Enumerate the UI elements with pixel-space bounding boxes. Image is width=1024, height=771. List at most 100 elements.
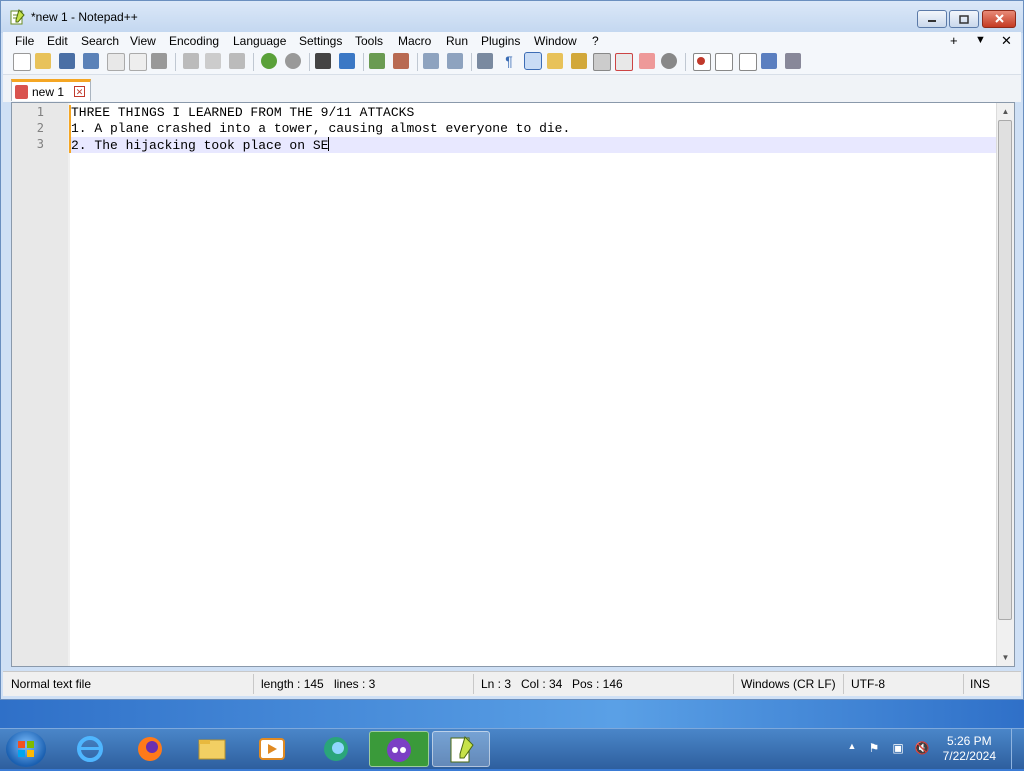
volume-muted-icon[interactable]: 🔇 <box>914 741 930 757</box>
scroll-down-arrow-icon[interactable]: ▼ <box>997 649 1014 666</box>
play-multiple-macro-icon[interactable] <box>761 53 777 69</box>
folder-workspace-icon[interactable] <box>615 53 633 71</box>
taskbar-firefox[interactable] <box>122 731 178 767</box>
scroll-up-arrow-icon[interactable]: ▲ <box>997 103 1014 120</box>
menu-encoding[interactable]: Encoding <box>169 34 219 48</box>
vertical-scrollbar[interactable]: ▲ ▼ <box>996 103 1014 666</box>
cut-icon[interactable] <box>183 53 199 69</box>
scrollbar-thumb[interactable] <box>998 120 1012 620</box>
maximize-button[interactable] <box>949 10 979 28</box>
action-center-flag-icon[interactable]: ⚑ <box>866 741 882 757</box>
function-list-icon[interactable] <box>593 53 611 71</box>
text-editor[interactable]: 1 2 3 THREE THINGS I LEARNED FROM THE 9/… <box>11 102 1015 667</box>
replace-icon[interactable] <box>339 53 355 69</box>
menu-view[interactable]: View <box>130 34 156 48</box>
sync-horizontal-icon[interactable] <box>447 53 463 69</box>
sync-vertical-icon[interactable] <box>423 53 439 69</box>
taskbar-file-explorer[interactable] <box>184 731 240 767</box>
menu-tools[interactable]: Tools <box>355 34 383 48</box>
tab-new-1[interactable]: new 1 ✕ <box>11 79 91 101</box>
status-encoding[interactable]: UTF-8 <box>851 677 885 691</box>
menu-run[interactable]: Run <box>446 34 468 48</box>
menu-help[interactable]: ? <box>592 34 599 48</box>
minimize-icon <box>928 20 936 22</box>
tab-close-icon[interactable]: ✕ <box>74 86 85 97</box>
close-icon <box>994 14 1004 23</box>
status-bar: Normal text file length : 145 lines : 3 … <box>3 671 1021 696</box>
status-separator <box>963 674 964 694</box>
system-clock[interactable]: 5:26 PM 7/22/2024 <box>943 734 996 764</box>
taskbar-notepadpp[interactable] <box>432 731 490 767</box>
word-wrap-icon[interactable] <box>477 53 493 69</box>
line-text: 2. The hijacking took place on SE <box>71 138 329 153</box>
toolbar-separator <box>175 53 176 71</box>
stop-macro-icon[interactable] <box>715 53 733 71</box>
notepadpp-window: *new 1 - Notepad++ File Edit Search View… <box>0 0 1024 700</box>
status-separator <box>733 674 734 694</box>
line-text: THREE THINGS I LEARNED FROM THE 9/11 ATT… <box>71 105 415 120</box>
start-button[interactable] <box>6 731 46 767</box>
menu-macro[interactable]: Macro <box>398 34 431 48</box>
minimize-button[interactable] <box>917 10 947 28</box>
title-bar[interactable]: *new 1 - Notepad++ <box>1 1 1023 33</box>
window-title: *new 1 - Notepad++ <box>31 10 138 24</box>
play-macro-icon[interactable] <box>739 53 757 71</box>
close-window-button[interactable] <box>982 10 1016 28</box>
undo-icon[interactable] <box>261 53 277 69</box>
menu-file[interactable]: File <box>15 34 34 48</box>
menu-search[interactable]: Search <box>81 34 119 48</box>
taskbar-app-green[interactable] <box>308 731 364 767</box>
save-macro-icon[interactable] <box>785 53 801 69</box>
zoom-in-icon[interactable] <box>369 53 385 69</box>
find-icon[interactable] <box>315 53 331 69</box>
menu-window[interactable]: Window <box>534 34 577 48</box>
line-text: 1. A plane crashed into a tower, causing… <box>71 121 571 136</box>
menu-settings[interactable]: Settings <box>299 34 342 48</box>
firefox-icon <box>138 737 162 761</box>
taskbar-media-player[interactable] <box>244 731 300 767</box>
redo-icon[interactable] <box>285 53 301 69</box>
status-insert-mode[interactable]: INS <box>970 677 990 691</box>
clock-time: 5:26 PM <box>946 734 992 748</box>
doc-map-icon[interactable] <box>571 53 587 69</box>
save-icon[interactable] <box>59 53 75 69</box>
internet-explorer-icon <box>77 736 103 762</box>
paste-icon[interactable] <box>229 53 245 69</box>
show-hidden-icons-icon[interactable]: ▲ <box>844 741 860 757</box>
print-icon[interactable] <box>151 53 167 69</box>
status-file-type: Normal text file <box>11 677 92 691</box>
toolbar: ¶ <box>3 50 1021 75</box>
menu-edit[interactable]: Edit <box>47 34 68 48</box>
windows-logo-icon <box>18 741 34 757</box>
taskbar-internet-explorer[interactable] <box>62 731 118 767</box>
notepadpp-app-icon <box>10 9 25 25</box>
status-separator <box>473 674 474 694</box>
media-player-icon <box>259 738 285 760</box>
monitoring-icon[interactable] <box>639 53 655 69</box>
new-tab-plus[interactable]: + <box>950 33 958 48</box>
close-document-x[interactable]: ✕ <box>1001 33 1012 49</box>
zoom-out-icon[interactable] <box>393 53 409 69</box>
comment-icon[interactable] <box>661 53 677 69</box>
udl-icon[interactable] <box>547 53 563 69</box>
taskbar: ▲ ⚑ ▣ 🔇 5:26 PM 7/22/2024 <box>0 728 1024 769</box>
indent-guide-icon[interactable] <box>524 52 542 70</box>
open-folder-icon[interactable] <box>35 53 51 69</box>
copy-icon[interactable] <box>205 53 221 69</box>
close-file-icon[interactable] <box>107 53 125 71</box>
close-all-icon[interactable] <box>129 53 147 71</box>
menu-plugins[interactable]: Plugins <box>481 34 520 48</box>
status-eol[interactable]: Windows (CR LF) <box>741 677 836 691</box>
record-macro-icon[interactable] <box>693 53 711 71</box>
show-desktop-button[interactable] <box>1011 729 1024 769</box>
taskbar-app-purple[interactable] <box>369 731 429 767</box>
save-all-icon[interactable] <box>83 53 99 69</box>
network-icon[interactable]: ▣ <box>890 741 906 757</box>
menu-language[interactable]: Language <box>233 34 286 48</box>
show-all-characters-icon[interactable]: ¶ <box>501 53 517 69</box>
tab-list-dropdown[interactable]: ▼ <box>975 34 986 46</box>
code-line-3-current: 2. The hijacking took place on SE <box>71 137 996 153</box>
code-line-1: THREE THINGS I LEARNED FROM THE 9/11 ATT… <box>71 105 996 121</box>
new-file-icon[interactable] <box>13 53 31 71</box>
status-line: Ln : 3 <box>481 677 512 691</box>
